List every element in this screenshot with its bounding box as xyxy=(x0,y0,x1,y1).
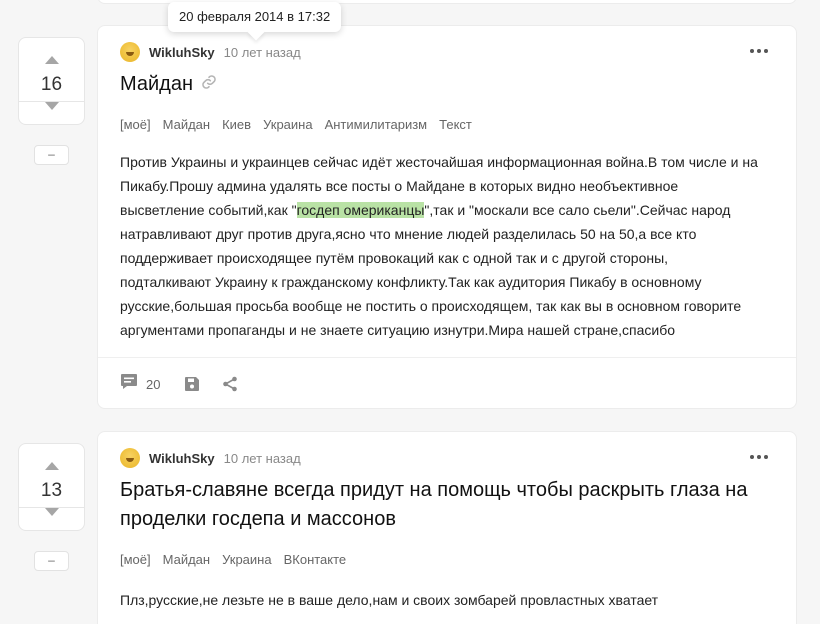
arrow-down-icon[interactable] xyxy=(44,102,59,110)
rating-widget: 16 xyxy=(18,37,85,125)
more-dots-icon[interactable] xyxy=(750,455,768,459)
content-line: поддерживает происходящее путём провокац… xyxy=(120,250,669,266)
author-name[interactable]: WikluhSky xyxy=(149,45,215,60)
arrow-up-icon[interactable] xyxy=(44,462,59,470)
post-title-text[interactable]: Майдан xyxy=(120,73,193,95)
post-title[interactable]: Братья-славяне всегда придут на помощь ч… xyxy=(120,476,747,534)
content-line: Плз,русские,не лезьте не в ваше дело,нам… xyxy=(120,592,659,608)
tag[interactable]: [моё] xyxy=(120,117,151,132)
avatar[interactable] xyxy=(120,448,140,468)
content-line: аргументами пропаганды и не знаете ситуа… xyxy=(120,322,676,338)
content-text: высветление событий,как " xyxy=(120,202,297,218)
tag[interactable]: Текст xyxy=(439,117,472,132)
save-icon[interactable] xyxy=(184,376,200,392)
post-header: WikluhSky 10 лет назад xyxy=(120,42,301,62)
share-icon[interactable] xyxy=(222,376,238,392)
comment-icon xyxy=(120,373,138,395)
comments-count: 20 xyxy=(146,376,161,392)
more-dots-icon[interactable] xyxy=(750,49,768,53)
comments-button[interactable]: 20 xyxy=(120,373,160,395)
tag[interactable]: Антимилитаризм xyxy=(325,117,428,132)
post-tags: [моё] Майдан Киев Украина Антимилитаризм… xyxy=(120,117,472,132)
rating-widget: 13 xyxy=(18,443,85,531)
tag[interactable]: Киев xyxy=(222,117,251,132)
post-title[interactable]: Майдан xyxy=(120,70,217,99)
content-line: Пикабу.Прошу админа удалять все посты о … xyxy=(120,178,679,194)
content-line: подталкивают Украину к гражданскому конф… xyxy=(120,274,702,290)
post-date-tooltip: 20 февраля 2014 в 17:32 xyxy=(168,2,342,32)
post-content: Против Украины и украинцев сейчас идёт ж… xyxy=(120,150,780,342)
tag[interactable]: Майдан xyxy=(163,117,210,132)
post-time[interactable]: 10 лет назад xyxy=(224,451,301,466)
avatar[interactable] xyxy=(120,42,140,62)
content-text: ",так и "москали все сало сьели".Сейчас … xyxy=(424,202,731,218)
arrow-down-icon[interactable] xyxy=(44,508,59,516)
tag[interactable]: Украина xyxy=(222,552,272,567)
post-card: WikluhSky 10 лет назад Братья-славяне вс… xyxy=(97,431,797,624)
minus-button[interactable]: – xyxy=(34,145,69,165)
post-header: WikluhSky 10 лет назад xyxy=(120,448,301,468)
minus-button[interactable]: – xyxy=(34,551,69,571)
rating-count: 16 xyxy=(40,74,63,95)
rating-count: 13 xyxy=(40,480,63,501)
content-line: натравливают друг против друга,ясно что … xyxy=(120,226,697,242)
arrow-up-icon[interactable] xyxy=(44,56,59,64)
post-card: WikluhSky 10 лет назад Майдан [моё] Майд… xyxy=(97,25,797,409)
content-line: высветление событий,как "госдеп омерикан… xyxy=(120,198,780,222)
tag[interactable]: ВКонтакте xyxy=(284,552,347,567)
link-icon[interactable] xyxy=(201,70,217,99)
highlighted-text: госдеп омериканцы xyxy=(296,202,425,218)
tag[interactable]: Украина xyxy=(263,117,313,132)
tag[interactable]: [моё] xyxy=(120,552,151,567)
post-title-line[interactable]: Братья-славяне всегда придут на помощь ч… xyxy=(120,476,747,505)
post-tags: [моё] Майдан Украина ВКонтакте xyxy=(120,552,346,567)
tag[interactable]: Майдан xyxy=(163,552,210,567)
post-title-line[interactable]: проделки госдепа и массонов xyxy=(120,505,747,534)
content-line: Против Украины и украинцев сейчас идёт ж… xyxy=(120,154,758,170)
content-line: русские,большая просьба вообще не постит… xyxy=(120,298,742,314)
post-content: Плз,русские,не лезьте не в ваше дело,нам… xyxy=(120,588,780,612)
footer-divider xyxy=(98,357,796,358)
post-time[interactable]: 10 лет назад xyxy=(224,45,301,60)
post-footer: 20 xyxy=(120,374,256,394)
author-name[interactable]: WikluhSky xyxy=(149,451,215,466)
